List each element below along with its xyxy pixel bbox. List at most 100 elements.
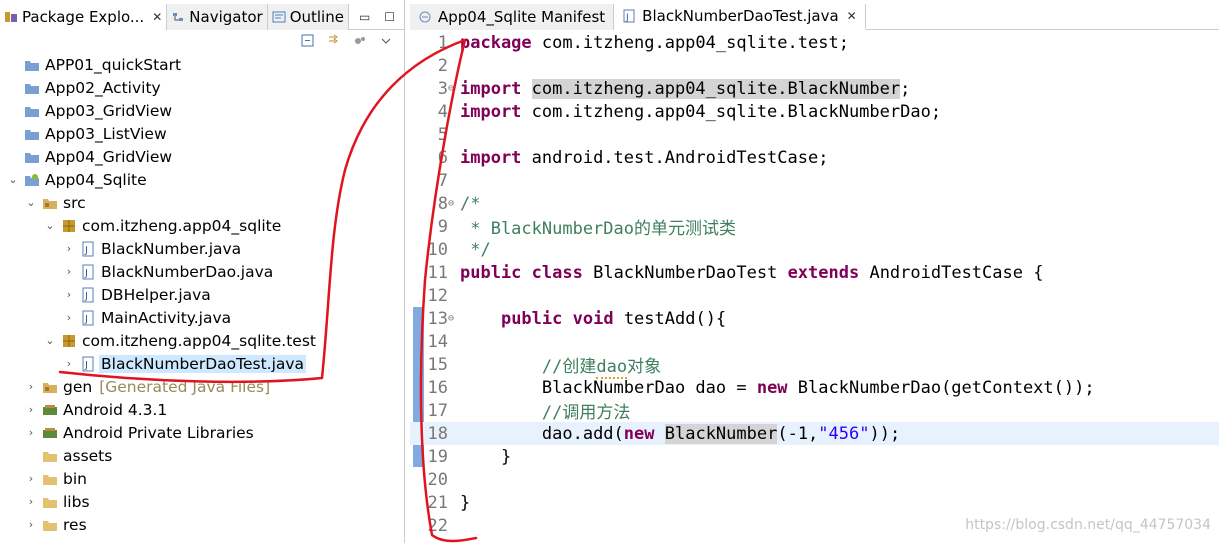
svg-text:J: J (84, 268, 88, 279)
tree-item-package[interactable]: ⌄ com.itzheng.app04_sqlite (0, 214, 405, 237)
tab-outline[interactable]: Outline (267, 4, 349, 30)
tree-item-project[interactable]: App04_GridView (0, 145, 405, 168)
tree-item-library[interactable]: › Android Private Libraries (0, 421, 405, 444)
code-line: 15 //创建dao对象 (427, 354, 662, 379)
tree-item-package[interactable]: ⌄ com.itzheng.app04_sqlite.test (0, 329, 405, 352)
tab-blacknumberdaotest[interactable]: J BlackNumberDaoTest.java ✕ (614, 4, 866, 30)
tree-item-java-file[interactable]: › J DBHelper.java (0, 283, 405, 306)
code-line: 17 //调用方法 (427, 400, 631, 424)
library-icon (42, 425, 58, 441)
code-line: 3 ⊖ import com.itzheng.app04_sqlite.Blac… (437, 78, 911, 99)
package-icon (61, 218, 77, 234)
java-file-icon: J (80, 287, 96, 303)
code-line: 9 * BlackNumberDao的单元测试类 (437, 216, 736, 240)
tree-item-java-file[interactable]: › J BlackNumberDao.java (0, 260, 405, 283)
chevron-down-icon[interactable]: ⌄ (6, 173, 20, 187)
tree-item-folder[interactable]: › bin (0, 467, 405, 490)
code-line: 19 } (427, 446, 512, 467)
code-line: 13 ⊖ public void testAdd(){ (427, 308, 727, 329)
tab-label: Outline (289, 8, 344, 26)
package-icon (61, 333, 77, 349)
chevron-down-icon[interactable]: ⌄ (43, 219, 57, 233)
library-icon (42, 402, 58, 418)
code-line: 8 ⊖ /* (437, 193, 481, 214)
folder-icon (42, 471, 58, 487)
tree-item-java-file[interactable]: › J BlackNumber.java (0, 237, 405, 260)
code-line: 1 package com.itzheng.app04_sqlite.test; (437, 32, 849, 53)
tab-package-explorer[interactable]: Package Explo... ✕ (0, 4, 168, 30)
tab-label: App04_Sqlite Manifest (438, 8, 606, 26)
close-icon[interactable]: ✕ (152, 10, 162, 24)
source-folder-icon (42, 195, 58, 211)
minimize-icon[interactable]: ▭ (359, 10, 370, 24)
svg-text:J: J (84, 360, 88, 371)
tree-item-library[interactable]: › Android 4.3.1 (0, 398, 405, 421)
chevron-right-icon[interactable]: › (62, 288, 76, 302)
tree-item-folder[interactable]: › res (0, 513, 405, 536)
project-tree: APP01_quickStart App02_Activity App03_Gr… (0, 53, 405, 536)
view-menu-icon[interactable] (377, 32, 395, 50)
code-line: 11 public class BlackNumberDaoTest exten… (427, 262, 1044, 283)
java-file-icon: J (80, 356, 96, 372)
chevron-right-icon[interactable]: › (24, 472, 38, 486)
chevron-right-icon[interactable]: › (24, 426, 38, 440)
chevron-right-icon[interactable]: › (62, 357, 76, 371)
tab-label: Package Explo... (22, 8, 145, 26)
svg-text:J: J (84, 314, 88, 325)
link-with-editor-icon[interactable] (325, 32, 343, 50)
folder-icon (42, 448, 58, 464)
code-editor[interactable]: 1 package com.itzheng.app04_sqlite.test;… (410, 31, 1219, 543)
tree-item-gen[interactable]: › gen [Generated Java Files] (0, 375, 405, 398)
chevron-right-icon[interactable]: › (62, 311, 76, 325)
outline-icon (272, 10, 286, 24)
collapse-all-icon[interactable] (299, 32, 317, 50)
svg-text:J: J (84, 291, 88, 302)
tab-navigator[interactable]: Navigator (167, 4, 268, 30)
code-line: 12 (427, 285, 448, 306)
code-line: 5 (437, 124, 448, 145)
view-tab-bar: Package Explo... ✕ Navigator Outline ▭ ☐ (0, 4, 405, 30)
tree-item-project[interactable]: APP01_quickStart (0, 53, 405, 76)
tab-manifest[interactable]: App04_Sqlite Manifest (410, 4, 615, 30)
watermark: https://blog.csdn.net/qq_44757034 (965, 517, 1211, 533)
tree-item-project-expanded[interactable]: ⌄ App04_Sqlite (0, 168, 405, 191)
java-file-icon: J (80, 264, 96, 280)
chevron-right-icon[interactable]: › (24, 495, 38, 509)
folder-icon (42, 494, 58, 510)
chevron-right-icon[interactable]: › (24, 380, 38, 394)
source-folder-icon (42, 379, 58, 395)
filter-icon[interactable] (351, 32, 369, 50)
tree-item-project[interactable]: App03_GridView (0, 99, 405, 122)
chevron-right-icon[interactable]: › (24, 403, 38, 417)
chevron-right-icon[interactable]: › (62, 242, 76, 256)
editor-tab-bar: App04_Sqlite Manifest J BlackNumberDaoTe… (410, 4, 1219, 30)
code-line: 20 (427, 469, 448, 490)
close-icon[interactable]: ✕ (847, 9, 857, 23)
navigator-icon (171, 10, 185, 24)
tree-item-folder[interactable]: › libs (0, 490, 405, 513)
tree-item-project[interactable]: App03_ListView (0, 122, 405, 145)
tree-item-java-file-selected[interactable]: › J BlackNumberDaoTest.java (0, 352, 405, 375)
code-line: 4 import com.itzheng.app04_sqlite.BlackN… (437, 101, 942, 122)
project-folder-icon (24, 80, 40, 96)
maximize-icon[interactable]: ☐ (384, 10, 395, 24)
tree-item-src[interactable]: ⌄ src (0, 191, 405, 214)
chevron-right-icon[interactable]: › (24, 518, 38, 532)
editor-area: App04_Sqlite Manifest J BlackNumberDaoTe… (410, 0, 1219, 543)
chevron-right-icon[interactable]: › (62, 265, 76, 279)
fold-icon[interactable]: ⊖ (448, 198, 460, 209)
code-line: 7 (437, 170, 448, 191)
java-file-icon: J (80, 310, 96, 326)
tree-item-java-file[interactable]: › J MainActivity.java (0, 306, 405, 329)
android-project-icon (24, 172, 40, 188)
svg-text:J: J (625, 13, 629, 23)
fold-icon[interactable]: ⊖ (448, 83, 460, 94)
package-explorer-icon (4, 10, 18, 24)
chevron-down-icon[interactable]: ⌄ (43, 334, 57, 348)
tree-item-project[interactable]: App02_Activity (0, 76, 405, 99)
tree-item-folder[interactable]: assets (0, 444, 405, 467)
fold-icon[interactable]: ⊖ (448, 313, 460, 324)
manifest-icon (418, 10, 432, 24)
chevron-down-icon[interactable]: ⌄ (24, 196, 38, 210)
project-folder-icon (24, 126, 40, 142)
